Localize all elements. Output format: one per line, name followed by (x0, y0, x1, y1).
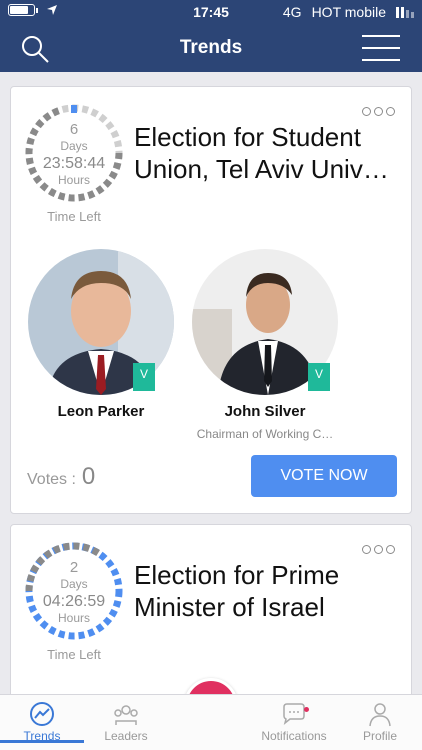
candidate-item[interactable] (11, 249, 191, 395)
countdown-clock: 23:58:44 (42, 155, 106, 172)
election-title[interactable]: Election for Student Union, Tel Aviv Uni… (134, 121, 404, 185)
vote-now-button[interactable]: VOTE NOW (251, 455, 397, 497)
candidate-subtitle: Chairman of Working C… (196, 427, 334, 441)
more-options-icon[interactable] (362, 107, 395, 116)
time-left-label: Time Left (47, 647, 101, 662)
leaders-icon (114, 705, 138, 725)
candidate-name: John Silver (224, 403, 306, 420)
status-right: 4G HOT mobile (283, 4, 414, 20)
verified-badge: V (133, 363, 155, 391)
menu-icon (362, 35, 400, 37)
countdown-days-label: Days (60, 577, 88, 591)
page-title: Trends (179, 37, 243, 58)
more-options-icon[interactable] (362, 545, 395, 554)
menu-icon-line (362, 47, 400, 49)
status-bar: 17:45 4G HOT mobile (0, 0, 422, 24)
countdown-hours-label: Hours (57, 173, 90, 187)
votes-counter: Votes : 0 (27, 463, 95, 491)
time-left-label: Time Left (47, 209, 101, 224)
active-tab-indicator (0, 740, 84, 743)
carrier-name: HOT mobile (311, 4, 386, 20)
tab-label: Profile (362, 729, 397, 743)
tab-label: Notifications (261, 729, 327, 743)
signal-icon (396, 6, 414, 18)
nav-bar: Trends (0, 24, 422, 72)
election-title[interactable]: Election for Prime Minister of Israel (134, 559, 404, 623)
notification-dot (304, 707, 309, 712)
network-type: 4G (282, 4, 302, 20)
candidate-name: Leon Parker (57, 403, 145, 420)
tab-leaders[interactable]: Leaders (84, 701, 168, 743)
countdown-clock: 04:26:59 (42, 593, 106, 610)
tab-bar: Trends Leaders Notifications Profile (0, 694, 422, 750)
tab-notifications[interactable]: Notifications (252, 701, 336, 743)
menu-icon-line (362, 59, 400, 61)
tab-label: Leaders (104, 729, 148, 743)
countdown-hours-label: Hours (57, 611, 90, 625)
countdown-days-label: Days (60, 139, 88, 153)
profile-icon (369, 703, 391, 727)
votes-label: Votes : (27, 471, 76, 488)
tab-profile[interactable]: Profile (338, 701, 422, 743)
election-card[interactable]: 6 Days 23:58:44 Hours Time Left Election… (10, 86, 412, 514)
notifications-icon (283, 703, 305, 725)
countdown-text: 6 Days 23:58:44 Hours (24, 121, 124, 188)
votes-count: 0 (81, 463, 96, 490)
countdown-days: 2 (69, 559, 79, 576)
menu-button[interactable] (362, 35, 400, 61)
countdown-text: 2 Days 04:26:59 Hours (24, 559, 124, 626)
verified-badge: V (308, 363, 330, 391)
countdown-days: 6 (69, 121, 79, 138)
trends-icon (30, 702, 54, 726)
tab-trends[interactable]: Trends (0, 701, 84, 743)
